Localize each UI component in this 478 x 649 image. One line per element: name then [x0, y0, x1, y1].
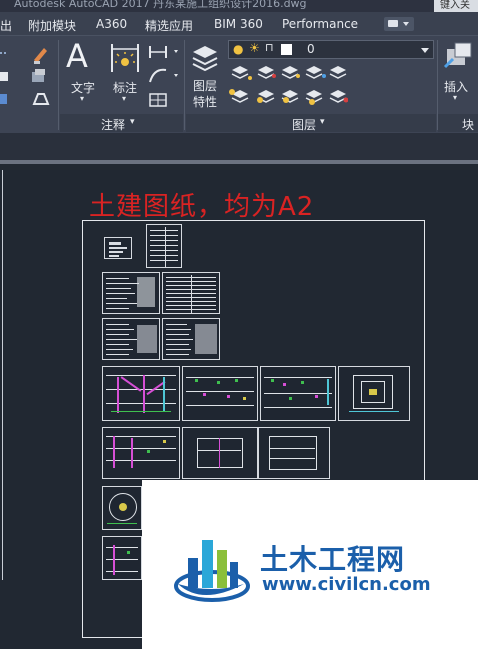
chevron-down-icon [421, 48, 429, 53]
layer-dropdown[interactable]: ● ☀ ⊓ 0 [228, 40, 434, 59]
autocad-window: Autodesk AutoCAD 2017 丹东某施工组织设计2016.dwg … [0, 0, 478, 649]
watermark-name: 土木工程网 [260, 543, 406, 576]
red-annotation-text: 土建图纸，均为A2 [89, 192, 315, 222]
drawing-sheet[interactable] [102, 536, 142, 580]
tab-bim360[interactable]: BIM 360 [214, 17, 263, 31]
search-placeholder: 键入关 [440, 0, 470, 11]
tab-addins[interactable]: 附加模块 [28, 17, 76, 34]
annotation-tools-icons[interactable] [148, 42, 184, 108]
layer-tools-icons[interactable] [228, 64, 348, 112]
text-a-icon[interactable]: A [66, 38, 88, 74]
ribbon-panel: A 文字 ▾ 标注 ▾ 注释 ▾ 图层 特性 ● ☀ ⊓ 0 图层 ▾ 插入 ▾… [0, 36, 478, 133]
drawing-sheet[interactable] [102, 366, 180, 421]
ribbon-toggle-button[interactable] [384, 17, 414, 31]
file-tab-strip [0, 133, 478, 163]
drawing-sheet[interactable] [260, 366, 336, 421]
dimension-icon[interactable] [108, 42, 144, 74]
sun-icon: ☀ [249, 41, 260, 55]
watermark-panel: 土木工程网 www.civilcn.com [142, 480, 478, 649]
drawing-sheet[interactable] [146, 224, 182, 268]
drawing-sheet[interactable] [162, 272, 220, 314]
search-box[interactable]: 键入关 [434, 0, 478, 12]
bulb-icon: ● [233, 42, 244, 56]
chevron-down-icon[interactable]: ▾ [122, 94, 126, 103]
block-panel-title[interactable]: 块 [462, 116, 474, 133]
tab-output[interactable]: 出 [0, 17, 12, 34]
civilcn-logo [174, 540, 250, 602]
tab-featured-apps[interactable]: 精选应用 [145, 17, 193, 34]
insert-block-icon[interactable] [443, 41, 475, 71]
draw-tools-icons[interactable] [0, 42, 56, 112]
drawing-sheet[interactable] [102, 272, 160, 314]
drawing-sheet[interactable] [104, 237, 132, 259]
drawing-sheet[interactable] [102, 318, 160, 360]
drawing-sheet[interactable] [102, 427, 180, 479]
window-title: Autodesk AutoCAD 2017 丹东某施工组织设计2016.dwg [14, 0, 307, 10]
tab-performance[interactable]: Performance [282, 17, 358, 31]
chevron-down-icon[interactable]: ▾ [80, 94, 84, 103]
drawing-sheet[interactable] [182, 366, 258, 421]
chevron-down-icon[interactable]: ▾ [453, 93, 457, 102]
unlock-icon: ⊓ [265, 41, 274, 54]
drawing-sheet[interactable] [182, 427, 258, 479]
watermark-url: www.civilcn.com [262, 574, 431, 595]
color-swatch [281, 44, 292, 55]
drawing-sheet[interactable] [338, 366, 410, 421]
panel-icon [388, 20, 398, 27]
chevron-down-icon[interactable]: ▾ [130, 117, 135, 127]
drawing-sheet[interactable] [102, 486, 142, 530]
drawing-sheet[interactable] [162, 318, 220, 360]
layers-panel-title[interactable]: 图层 [292, 116, 316, 133]
annotation-panel-title[interactable]: 注释 [101, 116, 125, 133]
title-bar: Autodesk AutoCAD 2017 丹东某施工组织设计2016.dwg … [0, 0, 478, 12]
tab-a360[interactable]: A360 [96, 17, 127, 31]
layer-properties-button[interactable]: 图层 特性 [193, 78, 217, 110]
sheet-border-left [0, 170, 3, 580]
drawing-sheet[interactable] [258, 427, 330, 479]
chevron-down-icon [403, 22, 409, 26]
chevron-down-icon[interactable]: ▾ [320, 117, 325, 127]
layer-name: 0 [307, 42, 315, 56]
ribbon-tab-bar: 出 附加模块 A360 精选应用 BIM 360 Performance [0, 12, 478, 36]
layer-properties-icon[interactable] [191, 42, 219, 72]
